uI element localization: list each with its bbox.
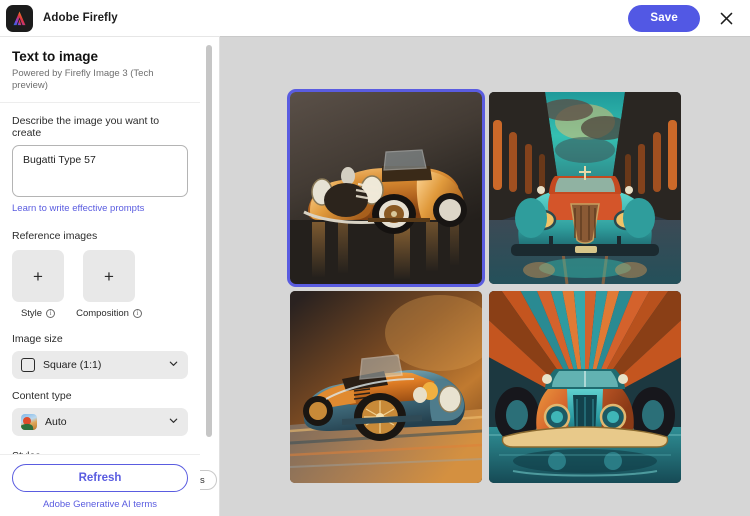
plus-icon: + xyxy=(33,268,43,285)
content-type-label: Content type xyxy=(12,390,188,402)
sidebar-scrollbar-thumb[interactable] xyxy=(206,45,212,437)
reference-images-label: Reference images xyxy=(12,230,188,242)
sidebar-divider xyxy=(219,37,220,516)
prompt-group: Describe the image you want to create Bu… xyxy=(12,115,188,216)
app-header: Adobe Firefly Save xyxy=(0,0,750,36)
reference-images-row: + Style i + xyxy=(12,250,188,319)
brand: Adobe Firefly xyxy=(6,5,118,32)
reference-style: + Style i xyxy=(12,250,64,319)
firefly-logo-icon xyxy=(6,5,33,32)
square-icon xyxy=(21,358,35,372)
result-image-2[interactable] xyxy=(489,92,681,284)
content-type-select[interactable]: Auto xyxy=(12,408,188,436)
plus-icon: + xyxy=(104,268,114,285)
results-grid xyxy=(290,92,681,483)
app-body: Text to image Powered by Firefly Image 3… xyxy=(0,36,750,516)
app-title: Adobe Firefly xyxy=(43,12,118,24)
sidebar-scroll-area: Text to image Powered by Firefly Image 3… xyxy=(0,37,220,516)
sidebar-content: Describe the image you want to create Bu… xyxy=(0,115,200,490)
chevron-down-icon xyxy=(168,356,179,374)
add-composition-reference-button[interactable]: + xyxy=(83,250,135,302)
sidebar-footer: Refresh Adobe Generative AI terms xyxy=(0,454,200,516)
result-image-3[interactable] xyxy=(290,291,482,483)
image-size-group: Image size Square (1:1) xyxy=(12,333,188,379)
page-subtitle: Powered by Firefly Image 3 (Tech preview… xyxy=(12,68,188,92)
header-actions: Save xyxy=(628,5,740,32)
reference-style-label: Style xyxy=(21,308,42,319)
generative-ai-terms-link[interactable]: Adobe Generative AI terms xyxy=(43,499,157,510)
content-type-group: Content type Auto xyxy=(12,390,188,436)
prompt-help-link[interactable]: Learn to write effective prompts xyxy=(12,203,144,214)
sidebar-scrollbar-track[interactable] xyxy=(206,37,212,516)
prompt-input[interactable]: Bugatti Type 57 xyxy=(12,145,188,197)
result-image-1[interactable] xyxy=(290,92,482,284)
reference-composition-caption: Composition i xyxy=(76,308,142,319)
prompt-label: Describe the image you want to create xyxy=(12,115,188,139)
reference-images-group: Reference images + Style i xyxy=(12,230,188,319)
refresh-button[interactable]: Refresh xyxy=(12,464,188,492)
result-image-4[interactable] xyxy=(489,291,681,483)
close-icon[interactable] xyxy=(716,8,736,28)
page-title: Text to image xyxy=(12,48,188,65)
image-size-value: Square (1:1) xyxy=(43,359,160,371)
image-size-select[interactable]: Square (1:1) xyxy=(12,351,188,379)
content-type-value: Auto xyxy=(45,416,160,428)
settings-sidebar: Text to image Powered by Firefly Image 3… xyxy=(0,36,220,516)
firefly-text-to-image-window: Adobe Firefly Save Text to image Powered… xyxy=(0,0,750,516)
save-button[interactable]: Save xyxy=(628,5,700,32)
info-icon[interactable]: i xyxy=(46,309,55,318)
results-canvas xyxy=(220,36,750,516)
image-size-label: Image size xyxy=(12,333,188,345)
reference-style-caption: Style i xyxy=(21,308,55,319)
reference-composition: + Composition i xyxy=(78,250,140,319)
terms-row: Adobe Generative AI terms xyxy=(12,499,188,510)
panel-heading: Text to image Powered by Firefly Image 3… xyxy=(0,37,200,103)
auto-content-icon xyxy=(21,414,37,430)
chevron-down-icon xyxy=(168,413,179,431)
reference-composition-label: Composition xyxy=(76,308,129,319)
add-style-reference-button[interactable]: + xyxy=(12,250,64,302)
info-icon[interactable]: i xyxy=(133,309,142,318)
